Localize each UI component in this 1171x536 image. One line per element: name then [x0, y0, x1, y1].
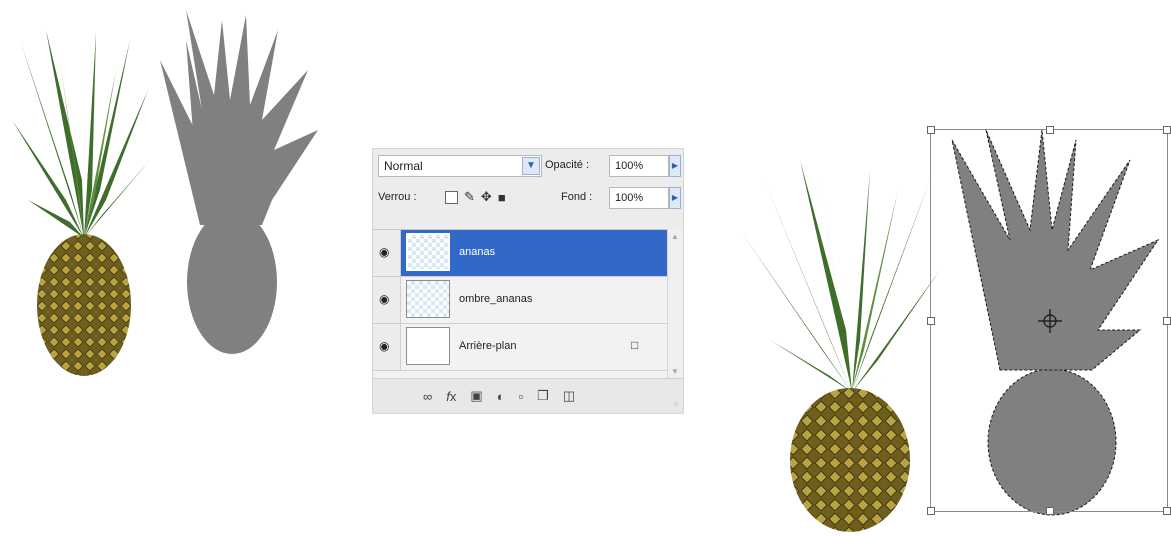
pineapple-crown	[12, 30, 150, 238]
visibility-toggle[interactable]: ◉	[373, 324, 401, 370]
layer-list-scrollbar[interactable]: ▲ ▼	[667, 229, 683, 379]
blend-opacity-row: Normal ▼ Opacité : 100% ▶	[373, 149, 683, 179]
blend-mode-select[interactable]: Normal ▼	[378, 155, 542, 177]
scroll-up-icon[interactable]: ▲	[671, 232, 679, 241]
fill-slider-button[interactable]: ▶	[669, 187, 681, 209]
layer-name: ananas	[459, 246, 496, 258]
pineapple-fruit	[790, 388, 910, 532]
layer-name: Arrière-plan	[459, 340, 517, 352]
mask-icon[interactable]: ▣	[470, 388, 482, 404]
new-layer-icon[interactable]: ❐	[537, 388, 549, 404]
folder-icon[interactable]: ▫	[519, 389, 524, 404]
trash-icon[interactable]: ◫	[563, 388, 575, 404]
layer-list: ◉ ananas ◉ ombre_ananas ◉ Arrière-plan □	[373, 229, 667, 380]
chevron-down-icon[interactable]: ▼	[522, 157, 540, 175]
lock-icon: □	[631, 338, 639, 352]
pineapple-crown	[740, 160, 950, 392]
layers-panel-footer: ∞ fx ▣ ◐ ▫ ❐ ◫ ⁘	[373, 378, 683, 413]
opacity-value: 100%	[615, 160, 644, 172]
pineapple-with-shadow-right	[730, 120, 1171, 536]
eye-icon[interactable]: ◉	[379, 292, 389, 306]
layers-panel: Normal ▼ Opacité : 100% ▶ Verrou : ✎ ✥ ■…	[372, 148, 684, 414]
link-icon[interactable]: ∞	[423, 389, 432, 404]
lock-options: ✎ ✥ ■	[445, 187, 506, 207]
lock-transparency-icon[interactable]	[445, 190, 458, 204]
pineapple-fruit	[37, 234, 131, 376]
layer-name: ombre_ananas	[459, 293, 533, 305]
lock-position-icon[interactable]: ✥	[481, 189, 492, 205]
adjustment-icon[interactable]: ◐	[497, 389, 505, 404]
blend-mode-value: Normal	[384, 159, 423, 173]
opacity-slider-button[interactable]: ▶	[669, 155, 681, 177]
visibility-toggle[interactable]: ◉	[373, 277, 401, 323]
lock-label: Verrou :	[378, 191, 417, 203]
lock-pixels-icon[interactable]: ✎	[464, 189, 475, 205]
lock-fill-row: Verrou : ✎ ✥ ■ Fond : 100% ▶	[373, 181, 683, 211]
layer-thumbnail	[406, 327, 450, 365]
eye-icon[interactable]: ◉	[379, 339, 389, 353]
layer-row-arriere-plan[interactable]: ◉ Arrière-plan □	[373, 324, 667, 371]
visibility-toggle[interactable]: ◉	[373, 230, 401, 276]
fill-value: 100%	[615, 192, 644, 204]
lock-all-icon[interactable]: ■	[498, 190, 506, 205]
resize-grip-icon[interactable]: ⁘	[672, 399, 680, 410]
layer-row-ananas[interactable]: ◉ ananas	[373, 230, 667, 277]
selected-shadow-silhouette	[951, 129, 1160, 516]
pineapple-shadow-silhouette	[160, 10, 318, 354]
pineapple-with-shadow-left	[0, 0, 330, 400]
layer-row-ombre-ananas[interactable]: ◉ ombre_ananas	[373, 277, 667, 324]
layer-thumbnail	[406, 280, 450, 318]
opacity-input[interactable]: 100%	[609, 155, 669, 177]
fx-icon[interactable]: fx	[446, 389, 456, 404]
footer-toolbar: ∞ fx ▣ ◐ ▫ ❐ ◫	[423, 388, 575, 404]
layer-thumbnail	[406, 233, 450, 271]
eye-icon[interactable]: ◉	[379, 245, 389, 259]
fill-label: Fond :	[561, 191, 593, 203]
opacity-label: Opacité :	[545, 159, 590, 171]
scroll-down-icon[interactable]: ▼	[671, 367, 679, 376]
fill-input[interactable]: 100%	[609, 187, 669, 209]
